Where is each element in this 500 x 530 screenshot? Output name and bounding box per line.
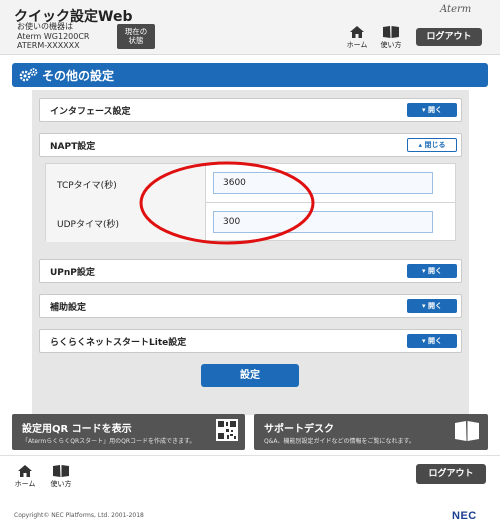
open-button[interactable]: ▾ 開く bbox=[407, 103, 457, 117]
support-desk-banner[interactable]: サポートデスク Q&A、機能別設定ガイドなどの情報をご覧になれます。 bbox=[254, 414, 488, 450]
section-upnp[interactable]: UPnP設定 ▾ 開く bbox=[39, 259, 462, 283]
close-button[interactable]: ▴ 閉じる bbox=[407, 138, 457, 152]
footer-home-button[interactable]: ホーム bbox=[12, 464, 38, 489]
section-title: 補助設定 bbox=[50, 303, 87, 313]
support-desk-title: サポートデスク bbox=[264, 424, 334, 435]
qr-code-icon bbox=[216, 419, 238, 441]
section-title: NAPT設定 bbox=[50, 142, 96, 152]
apply-settings-button[interactable]: 設定 bbox=[201, 364, 299, 387]
support-desk-subtitle: Q&A、機能別設定ガイドなどの情報をご覧になれます。 bbox=[264, 438, 415, 445]
qr-code-banner[interactable]: 設定用QR コードを表示 「AtermらくらくQRスタート」用のQRコードを作成… bbox=[12, 414, 245, 450]
home-icon bbox=[350, 26, 364, 38]
chevron-down-icon: ▾ bbox=[422, 267, 426, 275]
chevron-up-icon: ▴ bbox=[418, 141, 423, 149]
footer-divider bbox=[0, 455, 500, 456]
copyright-text: Copyright© NEC Platforms, Ltd. 2001-2018 bbox=[14, 512, 144, 519]
open-button[interactable]: ▾ 開く bbox=[407, 334, 457, 348]
help-button[interactable]: 使い方 bbox=[378, 25, 404, 50]
home-label: ホーム bbox=[14, 480, 36, 488]
section-title: UPnP設定 bbox=[50, 268, 95, 278]
device-model: Aterm WG1200CR bbox=[17, 31, 90, 41]
chevron-down-icon: ▾ bbox=[422, 302, 426, 310]
device-name: ATERM-XXXXXX bbox=[17, 41, 80, 50]
section-title: らくらくネットスタートLite設定 bbox=[50, 338, 187, 348]
nec-logo: NEC bbox=[452, 510, 477, 522]
device-info: お使いの機器は Aterm WG1200CR ATERM-XXXXXX bbox=[17, 22, 90, 51]
section-interface[interactable]: インタフェース設定 ▾ 開く bbox=[39, 98, 462, 122]
logout-button[interactable]: ログアウト bbox=[416, 28, 482, 46]
home-button[interactable]: ホーム bbox=[344, 25, 370, 50]
footer-help-button[interactable]: 使い方 bbox=[48, 464, 74, 489]
chevron-down-icon: ▾ bbox=[422, 106, 426, 114]
qr-code-subtitle: 「AtermらくらくQRスタート」用のQRコードを作成できます。 bbox=[22, 438, 196, 445]
chevron-down-icon: ▾ bbox=[422, 337, 426, 345]
section-auxiliary[interactable]: 補助設定 ▾ 開く bbox=[39, 294, 462, 318]
gears-icon bbox=[19, 68, 38, 82]
device-label: お使いの機器は bbox=[17, 22, 73, 31]
page-title: その他の設定 bbox=[42, 69, 115, 83]
open-button[interactable]: ▾ 開く bbox=[407, 264, 457, 278]
current-status-button[interactable]: 現在の 状態 bbox=[117, 24, 155, 49]
qr-code-title: 設定用QR コードを表示 bbox=[22, 424, 132, 435]
highlight-ellipse bbox=[139, 161, 315, 245]
book-icon bbox=[455, 421, 479, 441]
home-icon bbox=[18, 465, 32, 477]
open-button[interactable]: ▾ 開く bbox=[407, 299, 457, 313]
header: クイック設定Web お使いの機器は Aterm WG1200CR ATERM-X… bbox=[0, 0, 500, 55]
help-label: 使い方 bbox=[380, 41, 402, 49]
aterm-logo: Aterm bbox=[440, 4, 472, 15]
home-label: ホーム bbox=[346, 41, 368, 49]
page-title-banner: その他の設定 bbox=[12, 63, 488, 87]
book-icon bbox=[53, 465, 69, 477]
footer-logout-button[interactable]: ログアウト bbox=[416, 464, 486, 484]
section-napt[interactable]: NAPT設定 ▴ 閉じる bbox=[39, 133, 462, 157]
help-label: 使い方 bbox=[50, 480, 72, 488]
section-rakuraku-netstart[interactable]: らくらくネットスタートLite設定 ▾ 開く bbox=[39, 329, 462, 353]
book-icon bbox=[383, 26, 399, 38]
current-status-label: 現在の 状態 bbox=[124, 27, 148, 45]
section-title: インタフェース設定 bbox=[50, 107, 131, 117]
